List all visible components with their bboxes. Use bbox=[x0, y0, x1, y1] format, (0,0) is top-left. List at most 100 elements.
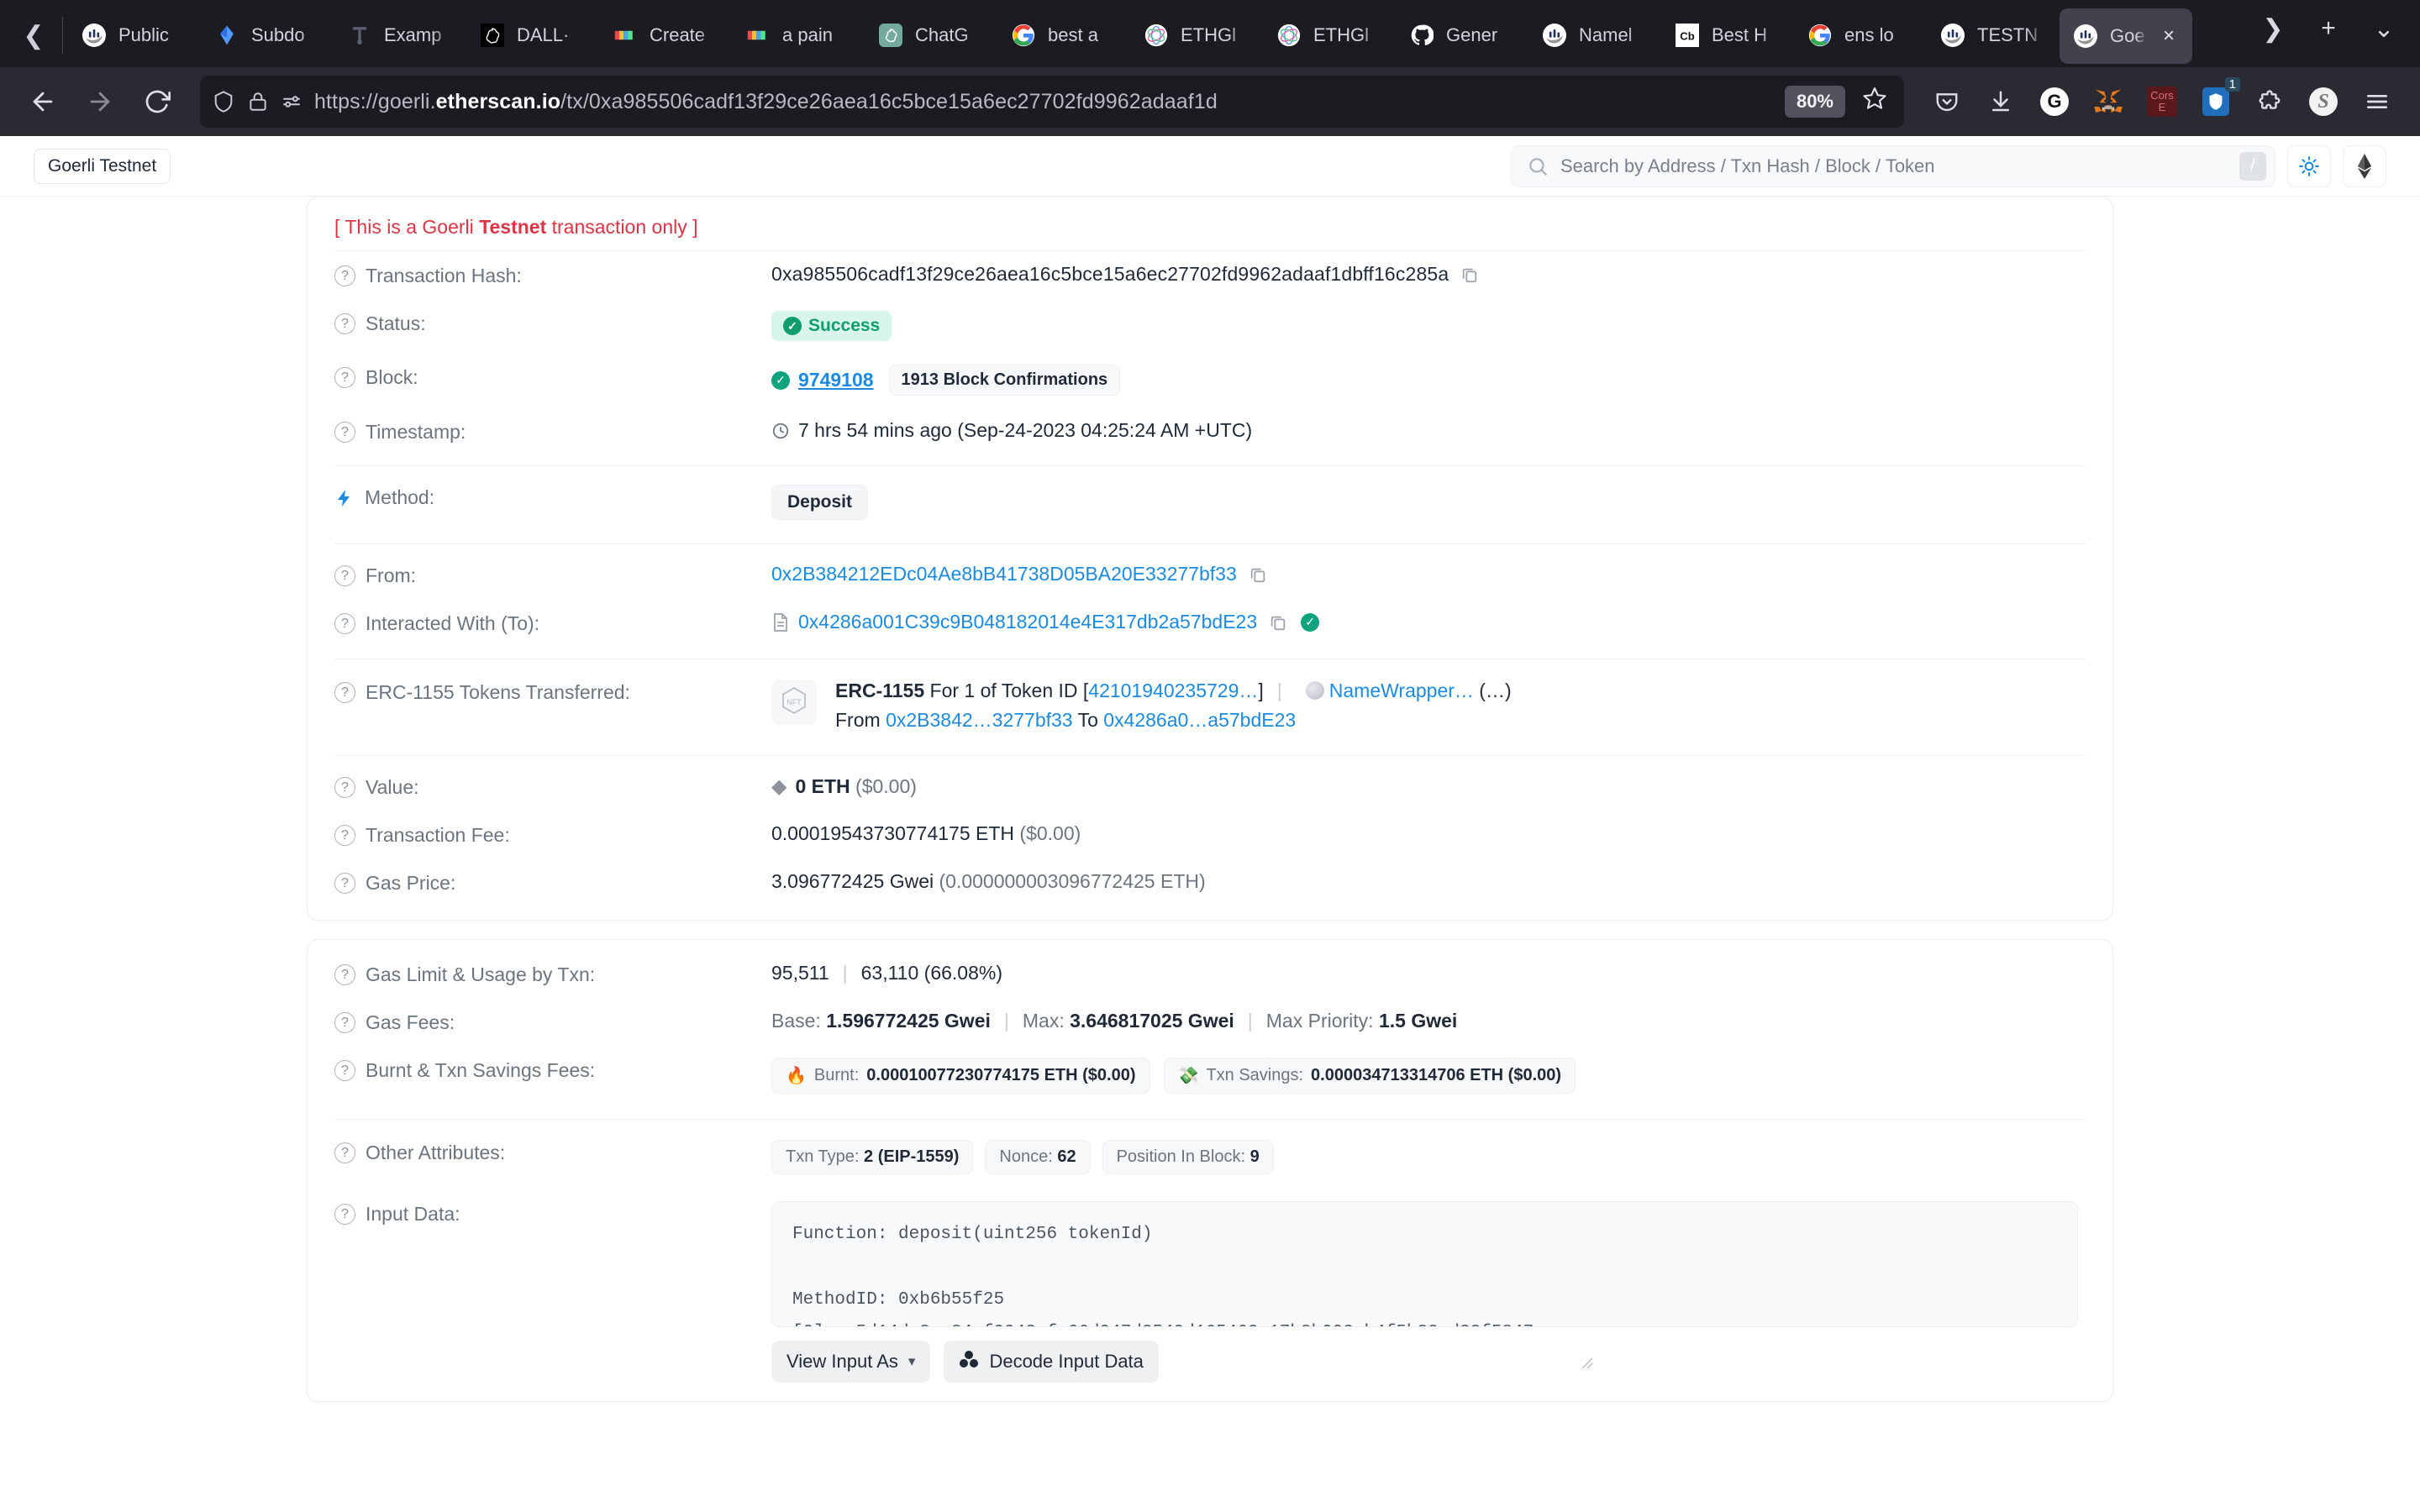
money-icon: 💸 bbox=[1177, 1067, 1199, 1085]
browser-tab[interactable]: ChatG bbox=[865, 7, 997, 64]
close-tab-icon[interactable]: × bbox=[2159, 24, 2179, 48]
cors-unblock-icon[interactable]: Cors E bbox=[2136, 76, 2188, 128]
scroll-tabs-right-button[interactable]: ❯ bbox=[2247, 5, 2299, 52]
browser-tab[interactable]: ETHGl bbox=[1130, 7, 1263, 64]
zoom-level-indicator[interactable]: 80% bbox=[1784, 86, 1845, 118]
help-icon[interactable]: ? bbox=[334, 777, 355, 798]
gas-price-value-group: 3.096772425 Gwei (0.000000003096772425 E… bbox=[771, 870, 2086, 893]
max-fee-value: 3.646817025 Gwei bbox=[1070, 1010, 1234, 1032]
search-input[interactable]: Search by Address / Txn Hash / Block / T… bbox=[1511, 144, 2275, 187]
help-icon[interactable]: ? bbox=[334, 422, 355, 443]
downloads-icon[interactable] bbox=[1975, 76, 2027, 128]
forward-button[interactable] bbox=[74, 76, 126, 128]
help-icon[interactable]: ? bbox=[334, 565, 355, 586]
erc1155-label: ERC-1155 Tokens Transferred: bbox=[366, 681, 630, 703]
to-address-link[interactable]: 0x4286a001C39c9B048182014e4E317db2a57bdE… bbox=[798, 611, 1257, 633]
search-shortcut-key: / bbox=[2239, 151, 2266, 181]
gas-limit-label: Gas Limit & Usage by Txn: bbox=[366, 963, 596, 985]
browser-tab[interactable]: a pain bbox=[732, 7, 865, 64]
position-label: Position In Block: bbox=[1116, 1147, 1246, 1166]
theme-toggle-button[interactable] bbox=[2287, 144, 2331, 187]
block-number-link[interactable]: 9749108 bbox=[798, 369, 874, 391]
erc1155-more: (…) bbox=[1479, 680, 1512, 701]
coinbase-logo-icon: Cb bbox=[1675, 23, 1700, 48]
site-permissions-icon[interactable] bbox=[281, 91, 302, 113]
tab-title: a pain bbox=[782, 24, 833, 45]
from-address-link[interactable]: 0x2B384212EDc04Ae8bB41738D05BA20E33277bf… bbox=[771, 563, 1237, 585]
help-icon[interactable]: ? bbox=[334, 1142, 355, 1163]
help-icon[interactable]: ? bbox=[334, 613, 355, 634]
status-value-group: ✓ Success bbox=[771, 311, 2086, 341]
savings-value: 0.000034713314706 ETH ($0.00) bbox=[1311, 1066, 1562, 1084]
row-gas-fees: ? Gas Fees: Base: 1.596772425 Gwei | Max… bbox=[308, 998, 2112, 1046]
input-data-textarea[interactable]: Function: deposit(uint256 tokenId) Metho… bbox=[771, 1201, 2078, 1327]
network-badge[interactable]: Goerli Testnet bbox=[34, 148, 171, 184]
rainbow-logo-icon bbox=[745, 23, 771, 48]
new-tab-button[interactable]: + bbox=[2302, 5, 2354, 52]
browser-tab[interactable]: Public bbox=[68, 7, 201, 64]
to-label: Interacted With (To): bbox=[366, 612, 540, 634]
browser-tab[interactable]: Namel bbox=[1528, 7, 1661, 64]
browser-tab[interactable]: Gener bbox=[1396, 7, 1528, 64]
grammarly-icon[interactable]: G bbox=[2028, 76, 2081, 128]
erc1155-token-id-link[interactable]: 42101940235729… bbox=[1088, 680, 1258, 701]
status-badge: ✓ Success bbox=[771, 311, 892, 341]
application-menu-icon[interactable] bbox=[2351, 76, 2403, 128]
bookmark-star-icon[interactable] bbox=[1857, 86, 1892, 118]
tool-logo-icon bbox=[347, 23, 372, 48]
erc1155-collection-link[interactable]: NameWrapper… bbox=[1329, 680, 1474, 701]
browser-tab[interactable]: Goe × bbox=[2060, 8, 2192, 64]
help-icon[interactable]: ? bbox=[334, 873, 355, 894]
scroll-tabs-left-button[interactable]: ❮ bbox=[10, 7, 57, 64]
metamask-icon[interactable] bbox=[2082, 76, 2134, 128]
browser-tab[interactable]: Cb Best H bbox=[1661, 7, 1794, 64]
extensions-puzzle-icon[interactable] bbox=[2244, 76, 2296, 128]
notice-suffix: transaction only ] bbox=[546, 216, 698, 238]
resize-handle-icon[interactable] bbox=[1578, 1354, 2416, 1509]
browser-tab[interactable]: Examp bbox=[334, 7, 466, 64]
row-input-data: ? Input Data: Function: deposit(uint256 … bbox=[308, 1186, 2112, 1369]
copy-icon[interactable] bbox=[1269, 613, 1287, 632]
help-icon[interactable]: ? bbox=[334, 682, 355, 703]
help-icon[interactable]: ? bbox=[334, 1204, 355, 1225]
burnt-text: Burnt: bbox=[813, 1066, 860, 1084]
back-button[interactable] bbox=[17, 76, 69, 128]
search-icon bbox=[1527, 155, 1549, 177]
to-value-group: 0x4286a001C39c9B048182014e4E317db2a57bdE… bbox=[771, 611, 2086, 633]
help-icon[interactable]: ? bbox=[334, 964, 355, 985]
erc1155-to-link[interactable]: 0x4286a0…a57bdE23 bbox=[1103, 709, 1296, 731]
gas-price-gwei: 3.096772425 Gwei bbox=[771, 870, 934, 892]
help-icon[interactable]: ? bbox=[334, 1012, 355, 1033]
browser-tab[interactable]: ETHGl bbox=[1263, 7, 1396, 64]
help-icon[interactable]: ? bbox=[334, 265, 355, 286]
copy-icon[interactable] bbox=[1460, 265, 1479, 284]
copy-icon[interactable] bbox=[1249, 565, 1267, 584]
ethereum-chain-button[interactable] bbox=[2343, 144, 2386, 187]
pocket-icon[interactable] bbox=[1921, 76, 1973, 128]
erc1155-from-link[interactable]: 0x2B3842…3277bf33 bbox=[886, 709, 1073, 731]
tab-strip: ❮ Public Subdo Examp DALL· Create a pain ChatG… bbox=[0, 0, 2420, 67]
decode-input-data-button[interactable]: Decode Input Data bbox=[944, 1341, 1159, 1383]
reload-button[interactable] bbox=[131, 76, 183, 128]
row-value: ? Value: ◆ 0 ETH ($0.00) bbox=[308, 756, 2112, 811]
url-text[interactable]: https://goerli.etherscan.io/tx/0xa985506… bbox=[314, 90, 1773, 114]
browser-tab[interactable]: DALL· bbox=[466, 7, 599, 64]
view-input-as-button[interactable]: View Input As ▾ bbox=[771, 1341, 931, 1383]
stylus-icon[interactable]: S bbox=[2297, 76, 2349, 128]
tab-title: best a bbox=[1048, 24, 1098, 45]
burnt-fee-badge: 🔥 Burnt: 0.00010077230774175 ETH ($0.00) bbox=[771, 1058, 1150, 1094]
browser-tab[interactable]: Create bbox=[599, 7, 732, 64]
help-icon[interactable]: ? bbox=[334, 825, 355, 846]
browser-tab[interactable]: best a bbox=[997, 7, 1130, 64]
browser-tab[interactable]: TESTN bbox=[1927, 7, 2060, 64]
help-icon[interactable]: ? bbox=[334, 1060, 355, 1081]
extensions-toolbar: G Cors E 1 S bbox=[1921, 76, 2403, 128]
browser-tab[interactable]: Subdo bbox=[201, 7, 334, 64]
list-all-tabs-button[interactable]: ⌄ bbox=[2358, 5, 2410, 52]
help-icon[interactable]: ? bbox=[334, 367, 355, 388]
browser-tab[interactable]: ens lo bbox=[1794, 7, 1927, 64]
ethglobal-logo-icon bbox=[1144, 23, 1169, 48]
address-bar[interactable]: https://goerli.etherscan.io/tx/0xa985506… bbox=[200, 76, 1904, 128]
ublock-origin-icon[interactable]: 1 bbox=[2190, 76, 2242, 128]
help-icon[interactable]: ? bbox=[334, 313, 355, 334]
